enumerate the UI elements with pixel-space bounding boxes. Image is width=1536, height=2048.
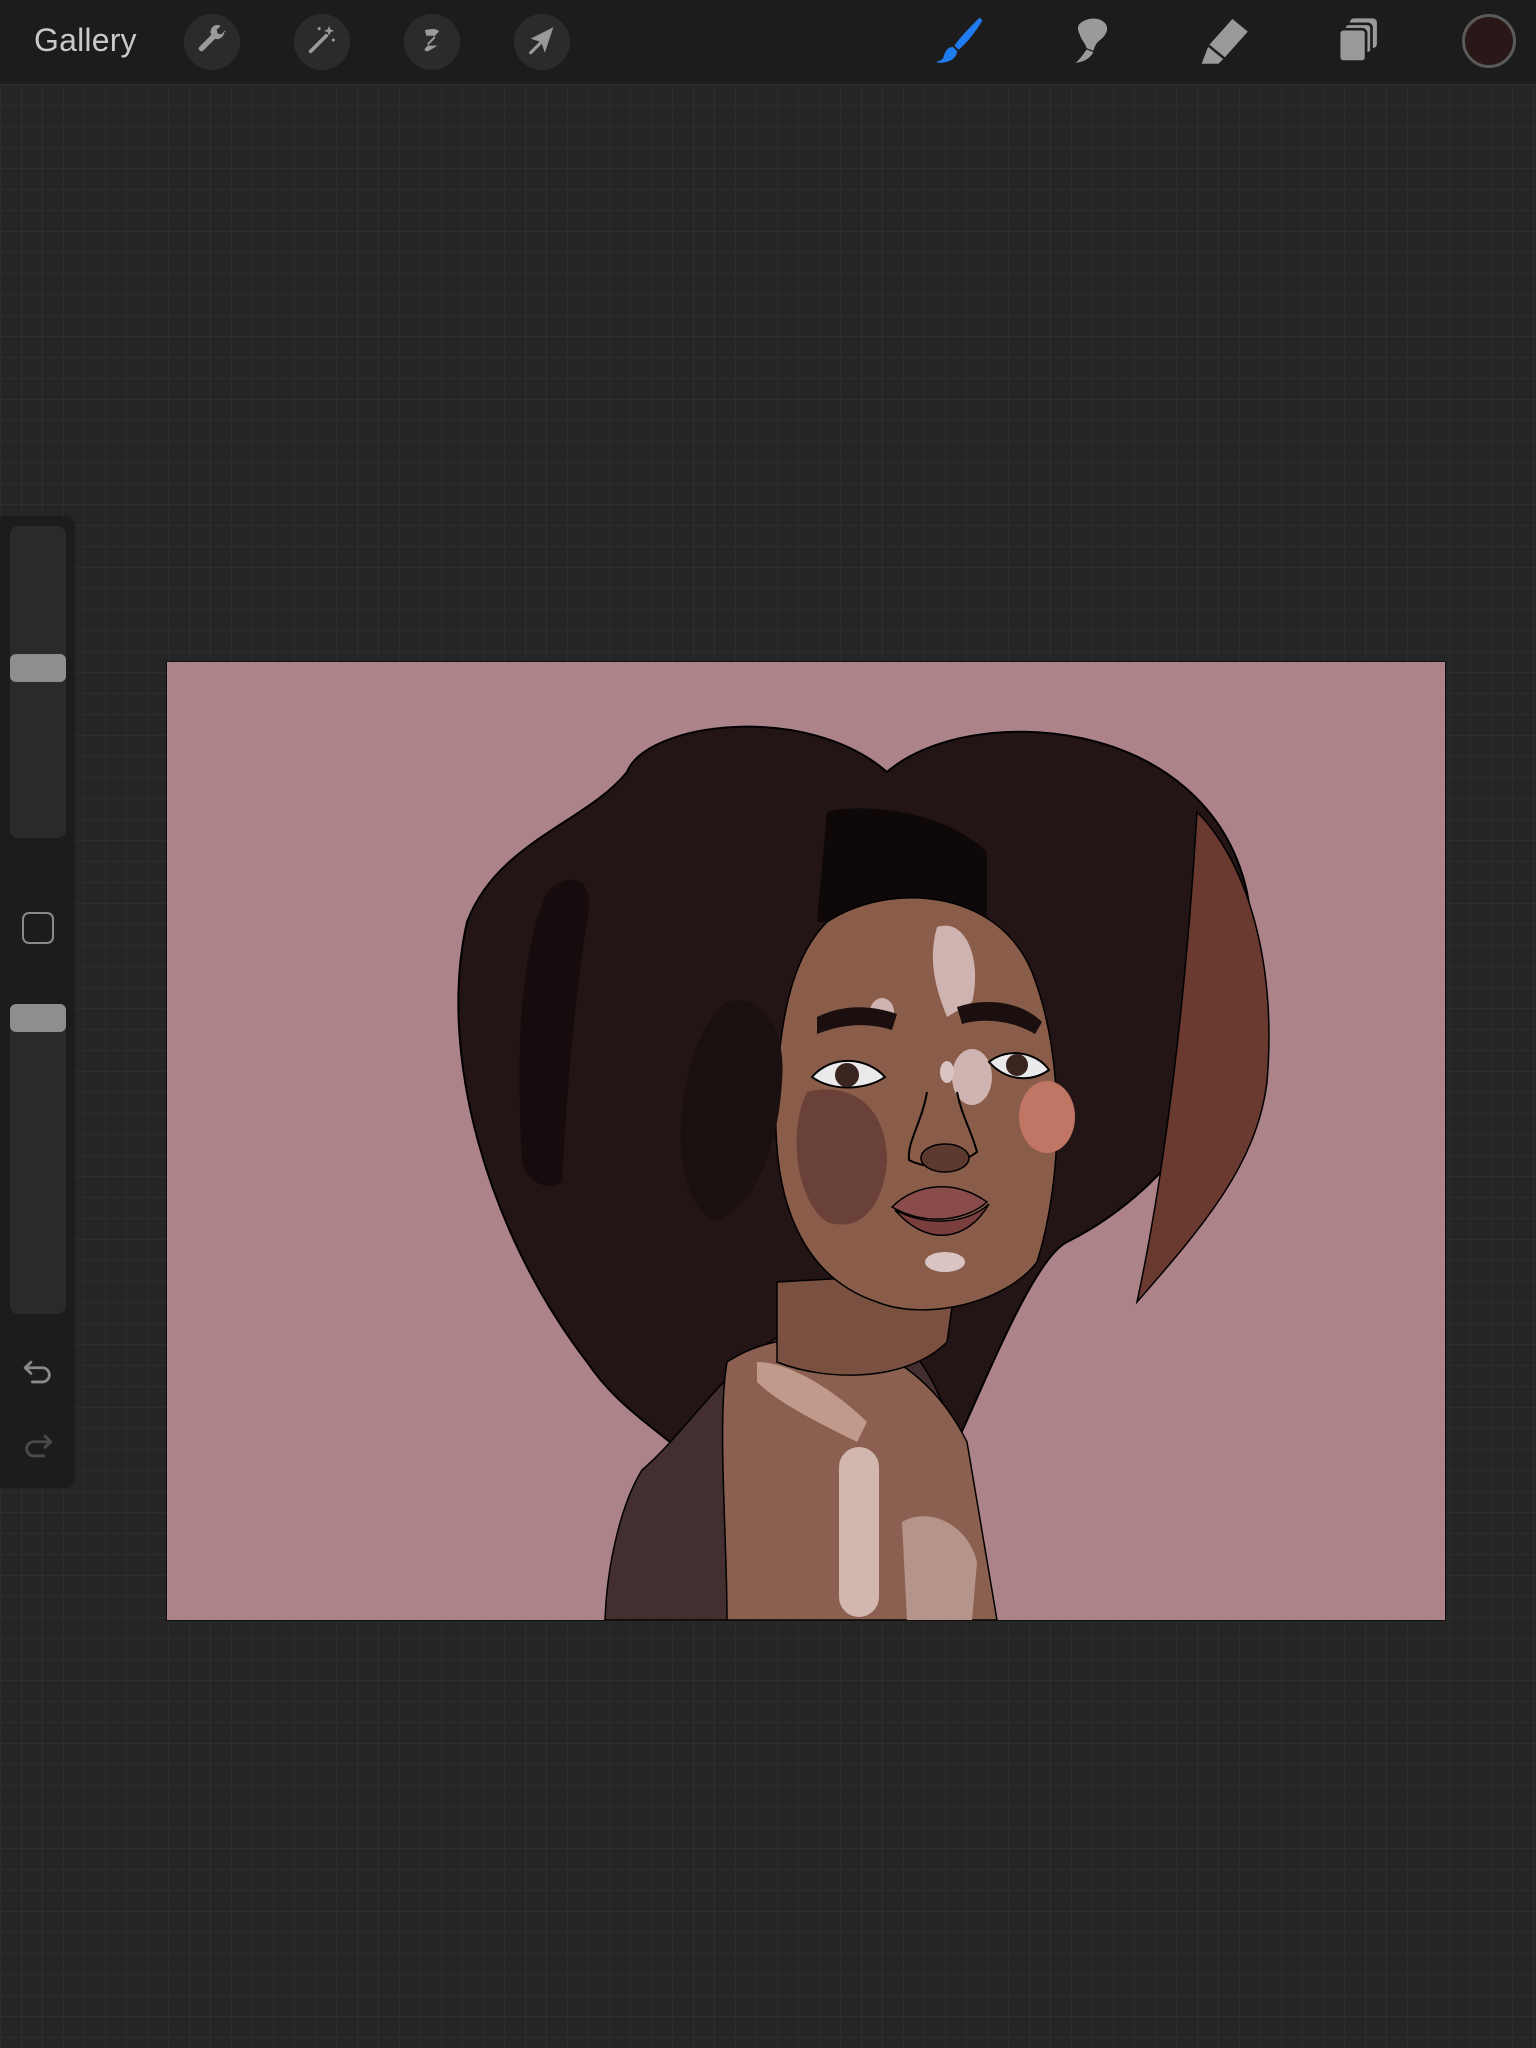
redo-icon (21, 1431, 55, 1466)
artwork-illustration (167, 662, 1445, 1620)
smudge-icon (1065, 13, 1119, 72)
paint-tool-button[interactable] (928, 10, 992, 74)
procreate-workspace: Gallery (0, 0, 1536, 2048)
brush-size-slider[interactable] (10, 526, 66, 838)
smudge-tool-button[interactable] (1060, 10, 1124, 74)
layers-icon (1331, 13, 1385, 72)
eraser-icon (1196, 12, 1252, 73)
selection-button[interactable] (404, 14, 460, 70)
brush-size-thumb[interactable] (10, 653, 66, 682)
wrench-icon (195, 23, 229, 62)
layers-button[interactable] (1326, 10, 1390, 74)
transform-button[interactable] (514, 14, 570, 70)
modify-square-icon[interactable] (22, 912, 54, 944)
top-toolbar: Gallery (0, 0, 1536, 84)
sidebar (0, 516, 75, 1488)
opacity-slider[interactable] (10, 1004, 66, 1314)
undo-icon (21, 1357, 55, 1392)
selection-icon (415, 23, 449, 62)
eraser-tool-button[interactable] (1192, 10, 1256, 74)
actions-button[interactable] (184, 14, 240, 70)
arrow-cursor-icon (525, 23, 559, 62)
magic-wand-icon (305, 23, 339, 62)
drawing-canvas[interactable] (166, 661, 1446, 1621)
redo-button[interactable] (18, 1428, 58, 1468)
gallery-button[interactable]: Gallery (34, 22, 137, 59)
opacity-thumb[interactable] (10, 1004, 66, 1032)
color-picker-button[interactable] (1462, 14, 1516, 68)
undo-button[interactable] (18, 1354, 58, 1394)
adjustments-button[interactable] (294, 14, 350, 70)
brush-icon (932, 12, 988, 73)
